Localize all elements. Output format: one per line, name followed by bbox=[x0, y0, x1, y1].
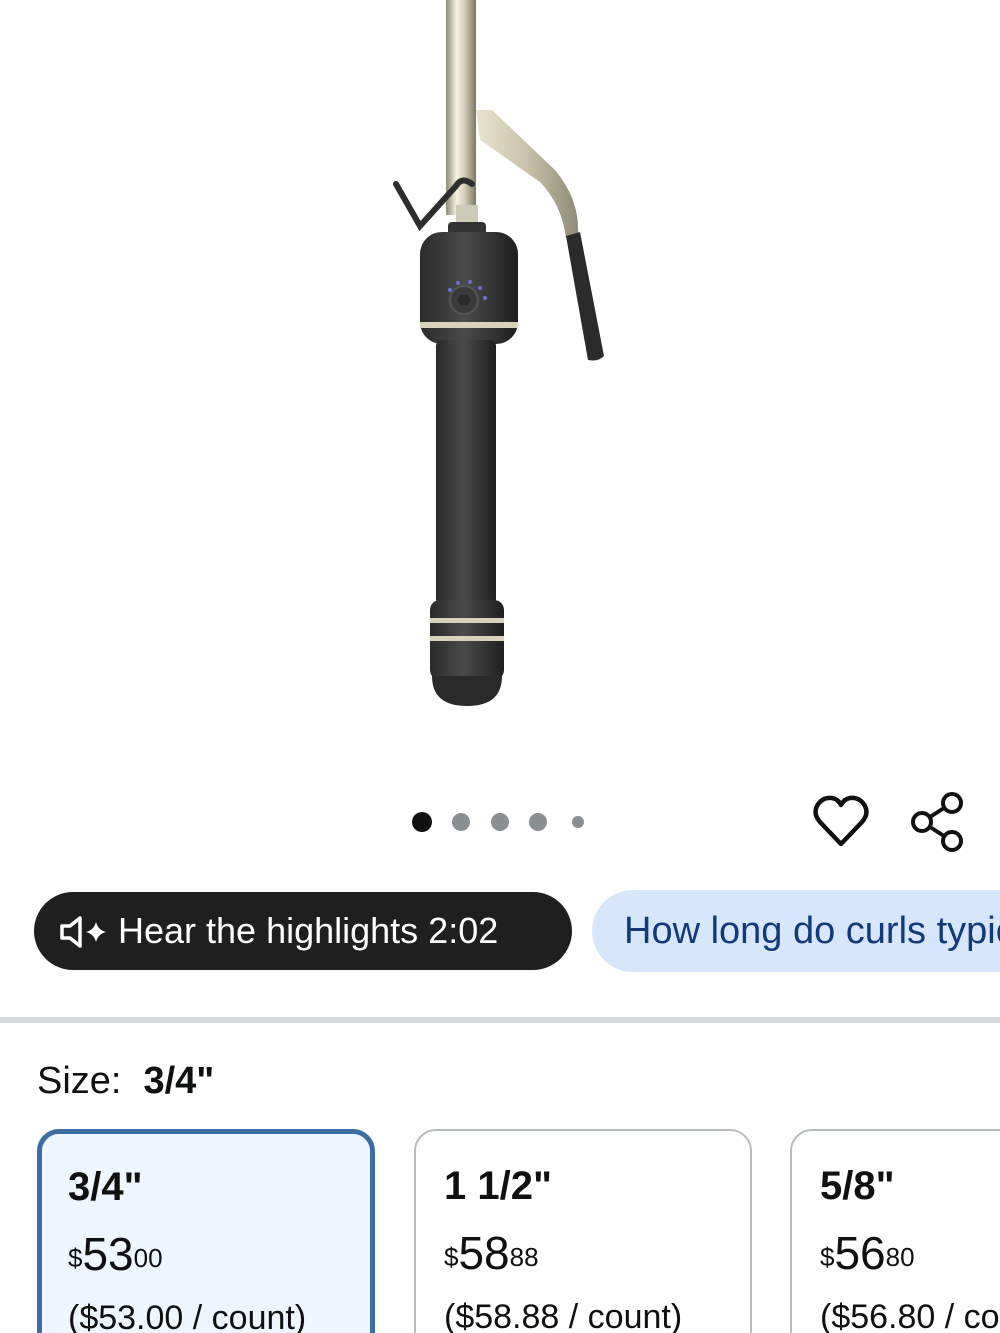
size-option-label: 3/4" bbox=[68, 1165, 143, 1209]
carousel-dot[interactable] bbox=[412, 812, 432, 832]
size-option-price: $5680 bbox=[820, 1227, 915, 1291]
carousel-dot[interactable] bbox=[529, 813, 547, 831]
price-currency: $ bbox=[820, 1242, 835, 1272]
price-currency: $ bbox=[444, 1242, 459, 1272]
hear-highlights-button[interactable]: Hear the highlights 2:02 bbox=[34, 892, 572, 970]
selected-size-value: 3/4" bbox=[143, 1060, 215, 1102]
size-option-unit-price: ($53.00 / count) bbox=[68, 1299, 307, 1333]
size-option-1-1-2[interactable]: 1 1/2" $5888 ($58.88 / count) bbox=[414, 1129, 752, 1333]
carousel-dot[interactable] bbox=[491, 813, 509, 831]
size-option-price: $5300 bbox=[68, 1228, 163, 1292]
size-selector-heading: Size: 3/4" bbox=[37, 1058, 214, 1104]
image-carousel-dots[interactable] bbox=[400, 808, 600, 836]
size-option-3-4[interactable]: 3/4" $5300 ($53.00 / count) bbox=[37, 1129, 375, 1333]
size-option-unit-price: ($58.88 / count) bbox=[444, 1298, 683, 1333]
product-image[interactable] bbox=[0, 0, 1000, 780]
curling-iron-image bbox=[393, 0, 604, 706]
hear-highlights-label: Hear the highlights 2:02 bbox=[118, 910, 499, 951]
speaker-sparkle-icon bbox=[60, 916, 106, 948]
size-option-label: 5/8" bbox=[820, 1164, 895, 1208]
size-option-price: $5888 bbox=[444, 1227, 539, 1291]
size-label: Size: bbox=[37, 1060, 122, 1102]
heart-icon bbox=[813, 795, 869, 847]
share-button[interactable] bbox=[905, 790, 969, 854]
price-whole: 53 bbox=[82, 1228, 134, 1280]
price-whole: 58 bbox=[458, 1227, 510, 1279]
suggested-question-label: How long do curls typically last? bbox=[624, 910, 1000, 952]
suggested-question-chip[interactable]: How long do curls typically last? bbox=[592, 890, 1000, 972]
size-options-list: 3/4" $5300 ($53.00 / count) 1 1/2" $5888… bbox=[0, 1125, 1000, 1333]
highlight-chips-row: Hear the highlights 2:02 How long do cur… bbox=[34, 890, 1000, 972]
price-whole: 56 bbox=[834, 1227, 886, 1279]
carousel-dot[interactable] bbox=[452, 813, 470, 831]
price-fraction: 88 bbox=[509, 1242, 539, 1272]
share-icon bbox=[911, 792, 963, 852]
wishlist-button[interactable] bbox=[812, 793, 870, 851]
price-fraction: 80 bbox=[885, 1242, 915, 1272]
size-option-label: 1 1/2" bbox=[444, 1164, 552, 1208]
price-fraction: 00 bbox=[133, 1243, 163, 1273]
price-currency: $ bbox=[68, 1243, 83, 1273]
size-option-5-8[interactable]: 5/8" $5680 ($56.80 / count) bbox=[790, 1129, 1000, 1333]
size-option-unit-price: ($56.80 / count) bbox=[820, 1298, 1000, 1333]
carousel-dot[interactable] bbox=[572, 816, 584, 828]
section-divider bbox=[0, 1017, 1000, 1023]
